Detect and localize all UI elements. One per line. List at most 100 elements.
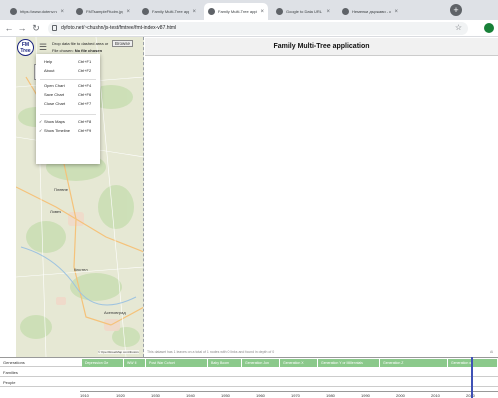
timeline-tick: 1990 xyxy=(361,393,370,398)
map-label: Ловеч xyxy=(50,209,62,214)
close-icon[interactable]: × xyxy=(326,9,330,15)
browser-tab[interactable]: Неменки държави - светоп × xyxy=(338,3,402,20)
browser-tab-active[interactable]: Family Multi-Tree applicati × xyxy=(204,3,268,20)
tab-title: Google to Data URL Conver xyxy=(286,9,323,14)
chart-drop-area[interactable] xyxy=(145,57,498,357)
file-chosen-prefix: File chosen: xyxy=(52,48,74,53)
generation-segment[interactable]: Generation X xyxy=(280,359,318,367)
browser-tab[interactable]: https://www.dotenv.net/ i × xyxy=(6,3,68,20)
menu-item-shortcut: Ctrl+F6 xyxy=(78,92,92,97)
checkmark-icon: ✓ xyxy=(39,119,43,124)
profile-avatar[interactable] xyxy=(484,23,494,33)
tab-title: Неменки държави - светоп xyxy=(352,9,392,14)
generation-segment[interactable]: Baby Boom xyxy=(208,359,242,367)
menu-item-shortcut: Ctrl+F2 xyxy=(78,68,92,73)
menu-separator xyxy=(40,79,96,80)
timeline-current-year-marker[interactable] xyxy=(471,357,473,398)
menu-item-label: Close Chart xyxy=(44,101,66,106)
tab-title: https://www.dotenv.net/ i xyxy=(20,9,58,14)
generation-segment[interactable]: Generation α xyxy=(448,359,498,367)
main-menu-dropdown: Help Ctrl+F1 About Ctrl+F2 Open Chart Ct… xyxy=(36,54,100,164)
timeline-row-generations: Generations Depression Ge WW II Post War… xyxy=(0,358,498,367)
globe-icon xyxy=(142,8,149,15)
menu-item-open-chart[interactable]: Open Chart Ctrl+F4 xyxy=(36,82,100,90)
generation-segment[interactable]: Generation Jon xyxy=(242,359,280,367)
generation-segment[interactable]: Depression Ge xyxy=(82,359,124,367)
timeline-row-label: Families xyxy=(3,370,18,375)
bookmark-star-icon[interactable]: ☆ xyxy=(455,23,462,32)
generation-segment[interactable]: Generation Z xyxy=(380,359,448,367)
menu-item-close-chart[interactable]: Close Chart Ctrl+F7 xyxy=(36,100,100,108)
timeline-tick: 1910 xyxy=(80,393,89,398)
address-bar[interactable]: dyfoto.net/~chushn/js-test/fmtree/fmt-in… xyxy=(48,22,468,35)
generation-segment[interactable]: WW II xyxy=(124,359,146,367)
menu-item-label: Save Chart xyxy=(44,92,65,97)
timeline-tick: 2000 xyxy=(396,393,405,398)
menu-item-shortcut: Ctrl+F7 xyxy=(78,101,92,106)
forward-arrow-icon[interactable]: → xyxy=(16,22,28,34)
menu-item-show-timeline[interactable]: ✓ Show Timeline Ctrl+F9 xyxy=(36,127,100,135)
map-label: Кюстел xyxy=(74,267,88,272)
globe-icon xyxy=(76,8,83,15)
browser-tab-strip: https://www.dotenv.net/ i × FMTsampleFfu… xyxy=(0,0,498,20)
menu-item-shortcut: Ctrl+F1 xyxy=(78,59,92,64)
url-text[interactable]: dyfoto.net/~chushn/js-test/fmtree/fmt-in… xyxy=(61,25,176,31)
drop-instructions: Drop data file to dashed area or xyxy=(52,41,109,46)
menu-item-label: Show Maps xyxy=(44,119,65,124)
close-icon[interactable]: × xyxy=(192,9,196,15)
menu-separator xyxy=(40,114,96,115)
close-icon[interactable]: × xyxy=(394,9,398,15)
close-icon[interactable]: × xyxy=(260,9,264,15)
timeline-tick: 1980 xyxy=(326,393,335,398)
tab-title: Family Multi-Tree applicati xyxy=(218,9,258,14)
menu-item-about[interactable]: About Ctrl+F2 xyxy=(36,67,100,75)
map-label: Плевне xyxy=(54,187,68,192)
map-label: Асеновград xyxy=(104,310,126,315)
menu-item-label: About xyxy=(44,68,55,73)
menu-item-shortcut: Ctrl+F9 xyxy=(78,128,92,133)
new-tab-button[interactable]: + xyxy=(450,4,462,16)
globe-icon xyxy=(342,8,349,15)
generation-segment[interactable]: Post War Cohort xyxy=(146,359,208,367)
menu-item-shortcut: Ctrl+F4 xyxy=(78,83,92,88)
menu-item-help[interactable]: Help Ctrl+F1 xyxy=(36,58,100,66)
browser-toolbar: ← → ↻ dyfoto.net/~chushn/js-test/fmtree/… xyxy=(0,20,498,37)
browser-tab[interactable]: Family Multi-Tree applicatio × xyxy=(138,3,200,20)
browse-button[interactable]: Browse xyxy=(112,40,134,47)
timeline-row-families: Families xyxy=(0,368,498,377)
edge-label: Ai xyxy=(490,350,494,354)
page-title: Family Multi-Tree application xyxy=(145,38,498,56)
menu-item-label: Help xyxy=(44,59,53,64)
reload-icon[interactable]: ↻ xyxy=(30,22,42,34)
hamburger-menu-icon[interactable]: ☰ xyxy=(39,43,47,52)
timeline-tick: 2010 xyxy=(431,393,440,398)
close-icon[interactable]: × xyxy=(60,9,64,15)
globe-icon xyxy=(208,8,215,15)
timeline-tick: 1930 xyxy=(151,393,160,398)
menu-item-label: Open Chart xyxy=(44,83,65,88)
back-arrow-icon[interactable]: ← xyxy=(3,22,15,34)
app-root: + − Плевне Ловеч Асеновград Кюстел © Ope… xyxy=(0,37,498,398)
menu-item-show-maps[interactable]: ✓ Show Maps Ctrl+F8 xyxy=(36,118,100,126)
timeline-axis xyxy=(80,391,498,392)
menu-item-label: Show Timeline xyxy=(44,128,71,133)
timeline-tick: 1940 xyxy=(186,393,195,398)
timeline-tick: 1970 xyxy=(291,393,300,398)
timeline-panel[interactable]: Generations Depression Ge WW II Post War… xyxy=(0,357,498,398)
menu-item-shortcut: Ctrl+F8 xyxy=(78,119,92,124)
dataset-status: This dataset has 1 leaves on a total of … xyxy=(147,350,275,354)
timeline-row-label: Generations xyxy=(3,360,25,365)
map-attribution[interactable]: © OpenStreetMap contributors xyxy=(98,350,139,354)
file-chosen-status: File chosen: No file chosen xyxy=(52,48,102,53)
timeline-row-label: People xyxy=(3,380,16,385)
menu-item-save-chart[interactable]: Save Chart Ctrl+F6 xyxy=(36,91,100,99)
tab-title: FMTsampleFfudm.jpg (87) xyxy=(86,9,124,14)
file-chosen-value: No file chosen xyxy=(74,48,103,53)
globe-icon xyxy=(10,8,17,15)
browser-tab[interactable]: FMTsampleFfudm.jpg (87) × xyxy=(72,3,134,20)
browser-tab[interactable]: Google to Data URL Conver × xyxy=(272,3,334,20)
timeline-tick: 1960 xyxy=(256,393,265,398)
close-icon[interactable]: × xyxy=(126,9,130,15)
checkmark-icon: ✓ xyxy=(39,128,43,133)
generation-segment[interactable]: Generation Y or Millennials xyxy=(318,359,380,367)
